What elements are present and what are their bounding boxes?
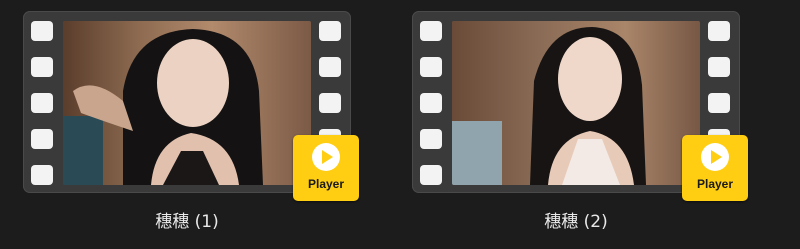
player-badge[interactable]: Player [682,135,748,201]
video-item[interactable]: Player 穗穗 (1) [23,11,359,241]
player-badge-label: Player [696,177,734,191]
video-thumbnail[interactable] [452,21,700,185]
video-item[interactable]: Player 穗穗 (2) [412,11,748,241]
play-icon [312,143,340,171]
play-icon [701,143,729,171]
player-badge[interactable]: Player [293,135,359,201]
player-badge-label: Player [307,177,345,191]
film-perforations-left [31,21,55,189]
video-grid: Player 穗穗 (1) Player 穗穗 (2) [0,0,800,249]
video-thumbnail[interactable] [63,21,311,185]
film-perforations-left [420,21,444,189]
video-title[interactable]: 穗穗 (1) [23,207,351,232]
video-title[interactable]: 穗穗 (2) [412,207,740,232]
